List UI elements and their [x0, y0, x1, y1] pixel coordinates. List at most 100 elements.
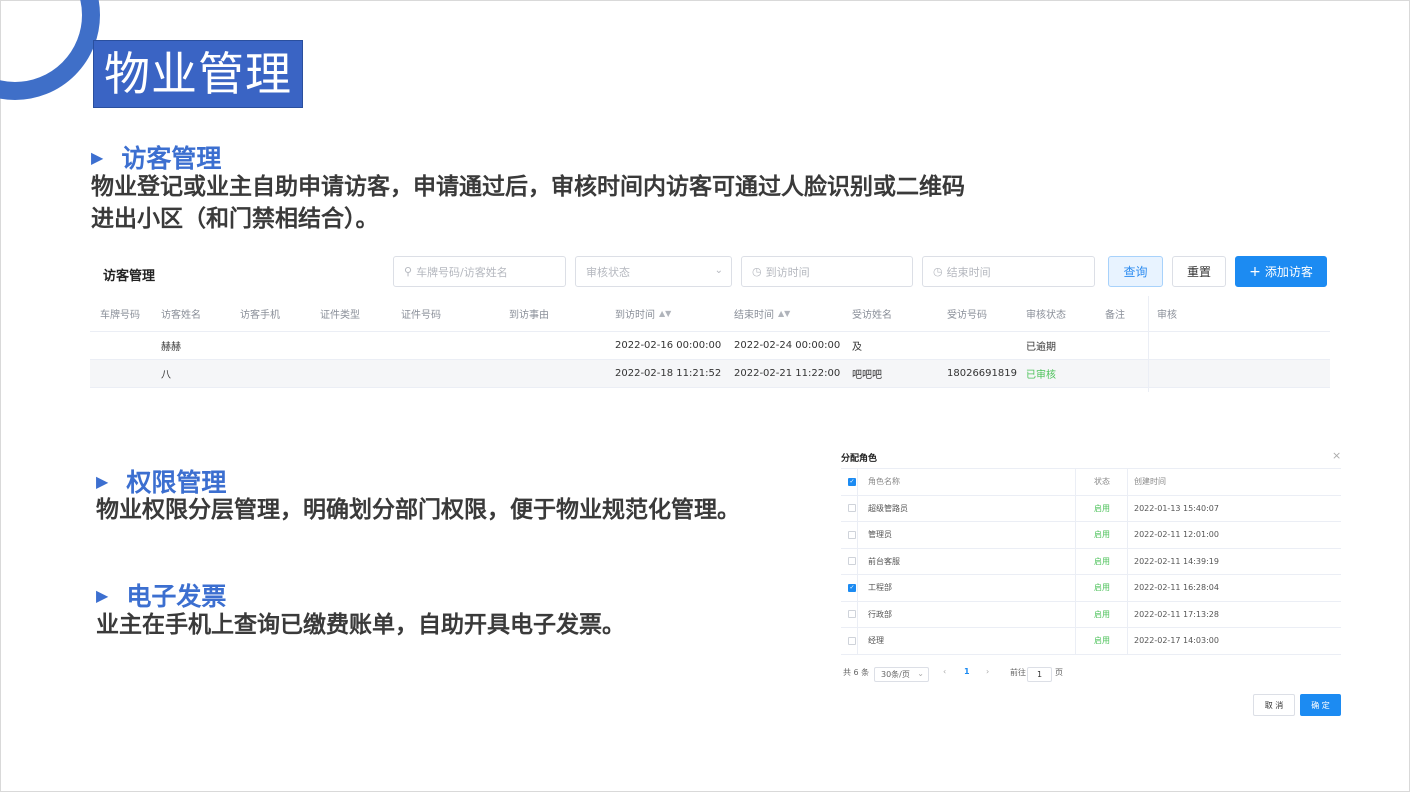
column-header: 审核状态 [1026, 310, 1066, 321]
created-time: 2022-02-11 14:39:19 [1134, 556, 1219, 566]
goto-prefix: 前往 [1010, 668, 1026, 677]
prev-page-icon[interactable]: ‹ [943, 667, 946, 676]
created-time: 2022-02-11 16:28:04 [1134, 583, 1219, 593]
role-name: 行政部 [868, 609, 892, 619]
end-time-placeholder: 结束时间 [946, 265, 991, 279]
pager-total: 共 6 条 [843, 668, 870, 677]
role-table: ✓ 角色名称 状态 创建时间 超级管路员 启用 2022-01-13 15:40… [841, 468, 1341, 655]
text-line: 物业权限分层管理，明确划分部门权限，便于物业规范化管理。 [96, 497, 740, 523]
table-cell: 及 [852, 342, 862, 353]
row-checkbox[interactable]: ✓ [848, 583, 856, 592]
status-badge: 启用 [1094, 583, 1110, 593]
table-row[interactable]: 超级管路员 启用 2022-01-13 15:40:07 [841, 496, 1341, 522]
table-row[interactable]: ✓ 工程部 启用 2022-02-11 16:28:04 [841, 575, 1341, 602]
search-placeholder: 车牌号码/访客姓名 [416, 265, 508, 279]
sort-icon[interactable]: ▲▼ [778, 309, 790, 318]
role-name: 前台客服 [868, 556, 900, 566]
page-size-select[interactable]: 30条/页 ⌄ [874, 667, 929, 682]
column-header: 车牌号码 [100, 310, 140, 321]
table-cell: 赫赫 [161, 342, 181, 353]
table-row[interactable]: 前台客服 启用 2022-02-11 14:39:19 [841, 549, 1341, 575]
text-line: 进出小区（和门禁相结合）。 [91, 206, 379, 232]
slide-title: 物业管理 [93, 40, 303, 108]
section-text-visitor: 物业登记或业主自助申请访客，申请通过后，审核时间内访客可通过人脸识别或二维码 进… [91, 171, 965, 235]
column-header: 到访事由 [509, 310, 549, 321]
column-header: 访客手机 [240, 310, 280, 321]
section-heading-invoice: ▶ 电子发票 [96, 577, 226, 613]
column-header: 受访姓名 [852, 310, 892, 321]
created-time: 2022-01-13 15:40:07 [1134, 503, 1219, 513]
column-header-label: 到访时间 [615, 310, 655, 321]
column-header: 状态 [1094, 477, 1110, 487]
section-heading-label: 访客管理 [121, 144, 222, 173]
bullet-triangle-icon: ▶ [96, 471, 109, 491]
clock-icon: ◷ [933, 265, 943, 278]
section-text-permission: 物业权限分层管理，明确划分部门权限，便于物业规范化管理。 [96, 494, 740, 526]
role-name: 管理员 [868, 530, 892, 540]
visit-time-placeholder: 到访时间 [765, 265, 810, 279]
table-cell: 2022-02-24 00:00:00 [734, 340, 841, 351]
dialog-title: 分配角色 [841, 454, 878, 464]
table-row[interactable]: 管理员 启用 2022-02-11 12:01:00 [841, 522, 1341, 549]
cancel-button[interactable]: 取 消 [1253, 694, 1295, 716]
slide-frame [0, 0, 1410, 792]
status-badge: 启用 [1094, 636, 1110, 646]
status-badge: 启用 [1094, 609, 1110, 619]
page-number-current[interactable]: 1 [964, 667, 970, 676]
end-time-column-header[interactable]: 结束时间 ▲▼ [734, 296, 790, 331]
table-cell: 2022-02-18 11:21:52 [615, 368, 722, 379]
clock-icon: ◷ [752, 265, 762, 278]
bullet-triangle-icon: ▶ [96, 585, 109, 605]
text-line: 业主在手机上查询已缴费账单，自助开具电子发票。 [96, 612, 625, 638]
sort-icon[interactable]: ▲▼ [659, 309, 671, 318]
status-select[interactable]: 审核状态 ⌄ [575, 256, 732, 287]
close-icon[interactable]: × [1332, 449, 1341, 462]
section-heading-label: 电子发票 [126, 582, 227, 611]
table-row[interactable]: 赫赫 2022-02-16 00:00:00 2022-02-24 00:00:… [90, 332, 1330, 360]
created-time: 2022-02-11 17:13:28 [1134, 609, 1219, 619]
visitor-table: 车牌号码 访客姓名 访客手机 证件类型 证件号码 到访事由 到访时间 ▲▼ 结束时… [90, 296, 1330, 388]
row-checkbox[interactable] [848, 636, 856, 645]
created-time: 2022-02-11 12:01:00 [1134, 530, 1219, 540]
goto-page-input[interactable]: 1 [1027, 667, 1052, 682]
role-name: 工程部 [868, 583, 892, 593]
table-row[interactable]: 八 2022-02-18 11:21:52 2022-02-21 11:22:0… [90, 360, 1330, 388]
next-page-icon[interactable]: › [986, 667, 989, 676]
table-row[interactable]: 行政部 启用 2022-02-11 17:13:28 [841, 602, 1341, 628]
status-badge: 启用 [1094, 556, 1110, 566]
column-header: 受访号码 [947, 310, 987, 321]
status-badge: 已审核 [1026, 370, 1056, 381]
add-visitor-label: 添加访客 [1264, 265, 1313, 279]
chevron-down-icon: ⌄ [714, 265, 723, 276]
visit-time-picker[interactable]: ◷ 到访时间 [741, 256, 913, 287]
bullet-triangle-icon: ▶ [91, 147, 104, 167]
end-time-picker[interactable]: ◷ 结束时间 [922, 256, 1095, 287]
add-visitor-button[interactable]: + 添加访客 [1235, 256, 1327, 287]
column-header-label: 结束时间 [734, 310, 774, 321]
select-all-checkbox[interactable]: ✓ [848, 477, 856, 486]
confirm-button[interactable]: 确 定 [1300, 694, 1341, 716]
row-checkbox[interactable] [848, 504, 856, 513]
column-header: 证件号码 [401, 310, 441, 321]
query-button[interactable]: 查询 [1108, 256, 1163, 287]
table-cell: 吧吧吧 [852, 370, 882, 381]
table-row[interactable]: 经理 启用 2022-02-17 14:03:00 [841, 628, 1341, 655]
created-time: 2022-02-17 14:03:00 [1134, 636, 1219, 646]
reset-button[interactable]: 重置 [1172, 256, 1226, 287]
table-cell: 2022-02-16 00:00:00 [615, 340, 722, 351]
chevron-down-icon: ⌄ [917, 669, 924, 678]
row-checkbox[interactable] [848, 530, 856, 539]
page-size-value: 30条/页 [881, 670, 910, 679]
row-checkbox[interactable] [848, 610, 856, 619]
section-text-invoice: 业主在手机上查询已缴费账单，自助开具电子发票。 [96, 609, 625, 641]
table-header-row: 车牌号码 访客姓名 访客手机 证件类型 证件号码 到访事由 到访时间 ▲▼ 结束时… [90, 296, 1330, 332]
table-cell: 八 [161, 370, 171, 381]
column-header: 创建时间 [1134, 477, 1166, 487]
section-heading-visitor: ▶ 访客管理 [91, 139, 221, 175]
visit-time-column-header[interactable]: 到访时间 ▲▼ [615, 296, 671, 331]
search-input[interactable]: ⚲ 车牌号码/访客姓名 [393, 256, 566, 287]
role-name: 超级管路员 [868, 503, 908, 513]
row-checkbox[interactable] [848, 557, 856, 566]
status-placeholder: 审核状态 [586, 265, 630, 279]
column-header: 审核 [1157, 310, 1177, 321]
